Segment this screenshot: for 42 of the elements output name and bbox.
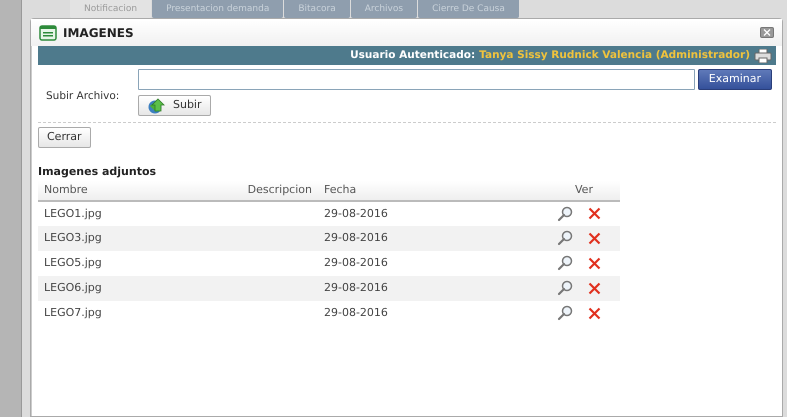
upload-icon [147,98,165,114]
table-cell: LEGO3.jpg [44,231,102,244]
search-icon[interactable] [557,206,573,222]
delete-icon[interactable] [588,306,601,320]
upload-button[interactable]: Subir [138,95,211,116]
column-header: Fecha [324,182,356,196]
column-header: Ver [575,182,593,196]
column-header: Nombre [44,182,88,196]
close-button[interactable] [760,27,774,38]
browse-button[interactable]: Examinar [698,69,772,90]
user-label: Usuario Autenticado: [350,48,476,63]
tab[interactable]: Cierre De Causa [418,0,519,18]
printer-icon[interactable] [754,48,772,62]
table-cell: 29-08-2016 [324,206,388,220]
column-header: Descripcion [248,182,312,196]
table-cell: LEGO5.jpg [44,256,102,270]
file-field[interactable] [138,69,695,90]
table-cell: LEGO7.jpg [44,306,102,320]
table-cell: 29-08-2016 [324,256,388,270]
window-icon [39,24,57,40]
upload-label: Subir Archivo: [46,89,120,104]
search-icon[interactable] [557,280,573,296]
user-name: Tanya Sissy Rudnick Valencia (Administrador) [479,48,750,63]
delete-icon[interactable] [588,232,601,245]
search-icon[interactable] [557,230,573,246]
tab[interactable]: Notificacion [70,0,152,18]
tab[interactable]: Presentacion demanda [152,0,284,18]
table-cell: LEGO1.jpg [44,206,102,220]
delete-icon[interactable] [588,207,601,220]
close-dialog-button[interactable]: Cerrar [38,126,91,148]
table-cell: 29-08-2016 [324,306,388,320]
search-icon[interactable] [557,305,573,322]
table-cell: 29-08-2016 [324,281,388,294]
section-title: Imagenes adjuntos [38,164,158,180]
dialog-title: IMAGENES [63,24,134,42]
table-cell: 29-08-2016 [324,231,388,244]
delete-icon[interactable] [588,256,601,270]
search-icon[interactable] [557,255,573,272]
delete-icon[interactable] [588,282,601,295]
tab[interactable]: Bitacora [284,0,350,18]
table-cell: LEGO6.jpg [44,281,102,294]
tab[interactable]: Archivos [350,0,418,18]
